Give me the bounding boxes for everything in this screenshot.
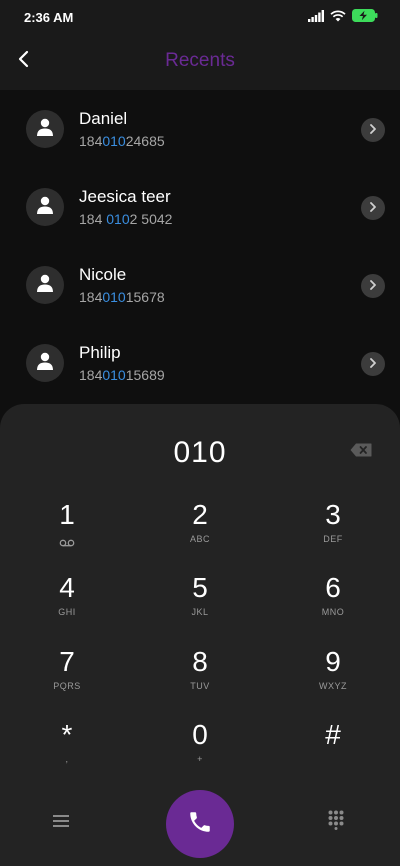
contact-row[interactable]: Daniel 18401024685: [0, 90, 400, 168]
contact-number: 18401015689: [79, 367, 165, 383]
contact-list: Daniel 18401024685 Jeesica teer 184 0102…: [0, 90, 400, 420]
call-button[interactable]: [166, 790, 234, 858]
key-digit: 7: [59, 646, 75, 677]
menu-button[interactable]: [48, 812, 74, 834]
chevron-right-icon: [369, 355, 377, 373]
key-digit: #: [325, 719, 341, 750]
key-digit: 3: [325, 499, 341, 530]
person-icon: [35, 273, 55, 298]
key-letters: WXYZ: [319, 681, 347, 691]
avatar: [26, 188, 64, 226]
number-match: 010: [106, 211, 130, 227]
number-prefix: 184: [79, 367, 103, 383]
dialpad-sheet: 010 1 2 ABC 3 DEF 4 GHI 5 JKL 6 MNO 7 PQ…: [0, 404, 400, 866]
key-digit: 2: [192, 499, 208, 530]
number-match: 010: [102, 289, 126, 305]
dial-key-4[interactable]: 4 GHI: [17, 571, 117, 635]
key-letters: JKL: [191, 607, 209, 617]
number-prefix: 184: [79, 289, 103, 305]
dial-key-5[interactable]: 5 JKL: [150, 571, 250, 635]
avatar: [26, 110, 64, 148]
keypad-icon: [328, 810, 344, 835]
contact-name: Jeesica teer: [79, 187, 171, 206]
number-match: 010: [102, 133, 126, 149]
dial-key-3[interactable]: 3 DEF: [283, 498, 383, 562]
key-digit: 0: [192, 719, 208, 750]
number-suffix: 15678: [125, 289, 165, 305]
contact-details-button[interactable]: [361, 196, 385, 220]
bottom-bar: [0, 784, 400, 860]
keypad-toggle-button[interactable]: [324, 810, 348, 834]
page-title: Recents: [165, 50, 235, 71]
key-digit: *: [61, 719, 73, 750]
key-letters: PQRS: [53, 681, 81, 691]
contact-row[interactable]: Jeesica teer 184 0102 5042: [0, 168, 400, 246]
key-letters: ABC: [189, 534, 210, 544]
wifi-icon: [330, 9, 346, 27]
contact-number: 18401024685: [79, 133, 165, 149]
number-suffix: 15689: [125, 367, 165, 383]
key-digit: 6: [325, 572, 341, 603]
dial-key-6[interactable]: 6 MNO: [283, 571, 383, 635]
dial-key-8[interactable]: 8 TUV: [150, 645, 250, 709]
dial-key-1[interactable]: 1: [17, 498, 117, 562]
chevron-right-icon: [369, 277, 377, 295]
dial-key-star[interactable]: * ,: [17, 718, 117, 782]
contact-row[interactable]: Philip 18401015689: [0, 324, 400, 402]
contact-name: Nicole: [79, 265, 127, 284]
key-letters: DEF: [323, 534, 343, 544]
key-digit: 4: [59, 572, 75, 603]
chevron-right-icon: [369, 121, 377, 139]
key-digit: 1: [59, 499, 75, 530]
contact-details-button[interactable]: [361, 352, 385, 376]
dial-key-hash[interactable]: #: [283, 718, 383, 782]
person-icon: [35, 117, 55, 142]
voicemail-icon: [17, 534, 117, 547]
key-letters: MNO: [321, 607, 345, 617]
status-icons: [308, 9, 378, 27]
chevron-right-icon: [369, 199, 377, 217]
person-icon: [35, 195, 55, 220]
backspace-icon: [350, 443, 372, 462]
key-digit: 8: [192, 646, 208, 677]
number-match: 010: [102, 367, 126, 383]
battery-charging-icon: [352, 9, 378, 27]
phone-icon: [187, 809, 213, 840]
dial-key-9[interactable]: 9 WXYZ: [283, 645, 383, 709]
contact-name: Daniel: [79, 109, 128, 128]
key-digit: 5: [192, 572, 208, 603]
number-prefix: 184: [79, 133, 103, 149]
status-bar: 2:36 AM: [0, 0, 400, 36]
menu-icon: [53, 814, 69, 833]
status-time: 2:36 AM: [24, 10, 74, 25]
number-suffix: 2 5042: [129, 211, 173, 227]
contact-number: 184 0102 5042: [79, 211, 172, 227]
contact-row[interactable]: Nicole 18401015678: [0, 246, 400, 324]
avatar: [26, 266, 64, 304]
key-letters: GHI: [58, 607, 76, 617]
dial-input[interactable]: 010: [0, 436, 400, 470]
contact-details-button[interactable]: [361, 118, 385, 142]
key-digit: 9: [325, 646, 341, 677]
avatar: [26, 344, 64, 382]
key-letters: [283, 754, 383, 766]
contact-details-button[interactable]: [361, 274, 385, 298]
person-icon: [35, 351, 55, 376]
contact-name: Philip: [79, 343, 121, 362]
key-letters: TUV: [190, 681, 210, 691]
backspace-button[interactable]: [348, 442, 374, 462]
contact-number: 18401015678: [79, 289, 165, 305]
header: Recents: [0, 36, 400, 90]
number-prefix: 184: [79, 211, 107, 227]
key-letters: ,: [65, 754, 69, 764]
number-suffix: 24685: [125, 133, 165, 149]
key-letters: +: [197, 754, 203, 764]
dial-key-7[interactable]: 7 PQRS: [17, 645, 117, 709]
signal-icon: [308, 9, 324, 27]
dial-key-0[interactable]: 0 +: [150, 718, 250, 782]
dial-key-2[interactable]: 2 ABC: [150, 498, 250, 562]
